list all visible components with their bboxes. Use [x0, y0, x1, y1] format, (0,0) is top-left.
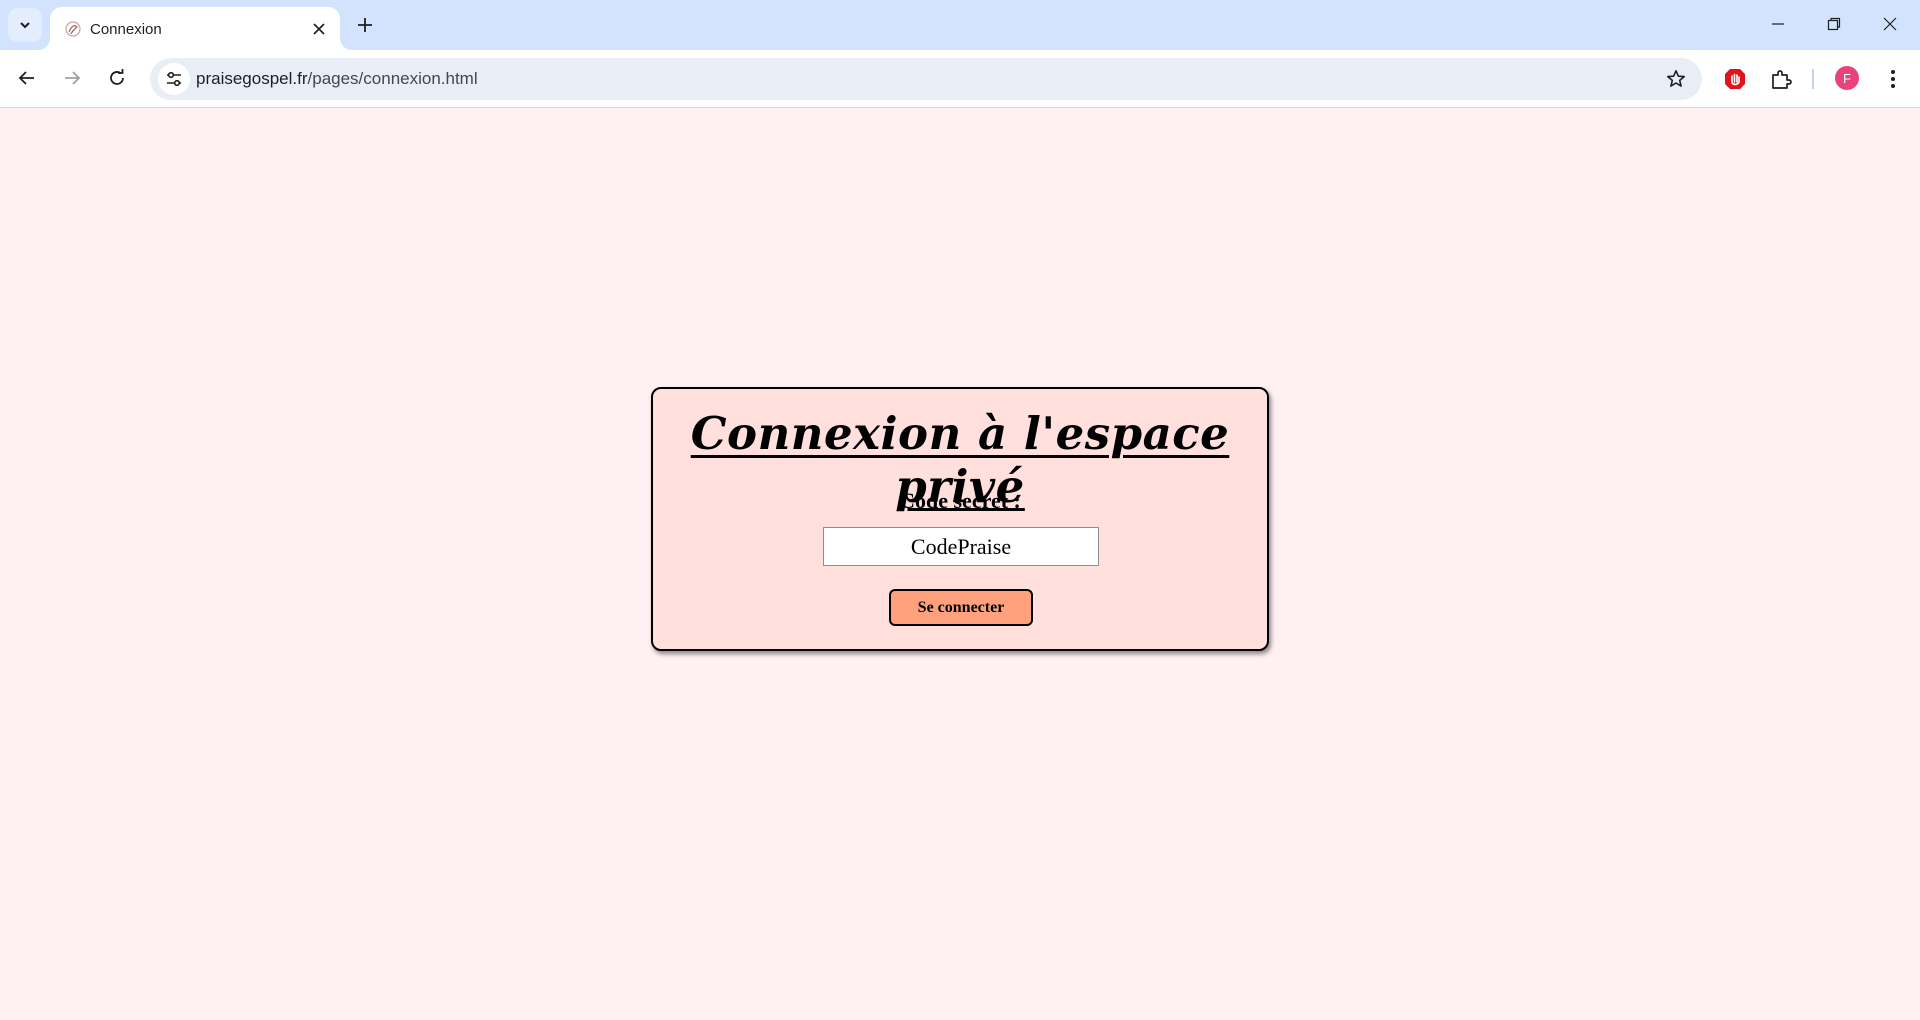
chrome-menu-button[interactable]	[1876, 62, 1910, 96]
close-icon	[1883, 17, 1897, 31]
minimize-icon	[1772, 23, 1784, 25]
chevron-down-icon	[20, 22, 30, 29]
reload-button[interactable]	[99, 60, 135, 96]
minimize-button[interactable]	[1750, 0, 1806, 48]
restore-icon	[1827, 17, 1841, 31]
url-domain: praisegospel.fr	[196, 69, 308, 88]
tab-close-icon[interactable]	[308, 18, 330, 40]
close-window-button[interactable]	[1862, 0, 1918, 48]
site-favicon-icon	[65, 21, 81, 37]
login-card: Connexion à l'espace privé Code secret :…	[651, 387, 1269, 651]
connect-button[interactable]: Se connecter	[889, 589, 1033, 626]
arrow-left-icon	[18, 71, 34, 85]
tab-title: Connexion	[90, 21, 162, 38]
back-button[interactable]	[9, 60, 45, 96]
url-path: /pages/connexion.html	[307, 69, 478, 88]
arrow-right-icon	[65, 71, 81, 85]
reload-icon	[110, 69, 124, 85]
new-tab-button[interactable]	[354, 11, 376, 39]
adblock-extension-button[interactable]	[1718, 62, 1752, 96]
code-secret-label: Code secret :	[899, 488, 1021, 513]
code-secret-input[interactable]	[823, 527, 1099, 566]
url-text[interactable]: praisegospel.fr/pages/connexion.html	[196, 69, 478, 89]
browser-toolbar: praisegospel.fr/pages/connexion.html	[0, 50, 1920, 108]
extensions-button[interactable]	[1764, 62, 1798, 96]
forward-button[interactable]	[54, 60, 90, 96]
toolbar-divider	[1812, 69, 1814, 89]
puzzle-icon	[1772, 70, 1792, 89]
stop-hand-icon	[1725, 69, 1745, 89]
address-bar[interactable]: praisegospel.fr/pages/connexion.html	[150, 58, 1702, 100]
plus-icon	[358, 18, 372, 32]
tune-icon	[167, 71, 181, 87]
site-info-button[interactable]	[158, 63, 190, 95]
tab-connexion[interactable]: Connexion	[50, 7, 340, 50]
restore-button[interactable]	[1806, 0, 1862, 48]
profile-avatar[interactable]: F	[1835, 66, 1859, 90]
bookmark-star-icon[interactable]	[1664, 67, 1688, 91]
tab-strip: Connexion	[0, 0, 1920, 50]
kebab-menu-icon	[1891, 70, 1895, 88]
tab-search-button[interactable]	[8, 8, 42, 42]
